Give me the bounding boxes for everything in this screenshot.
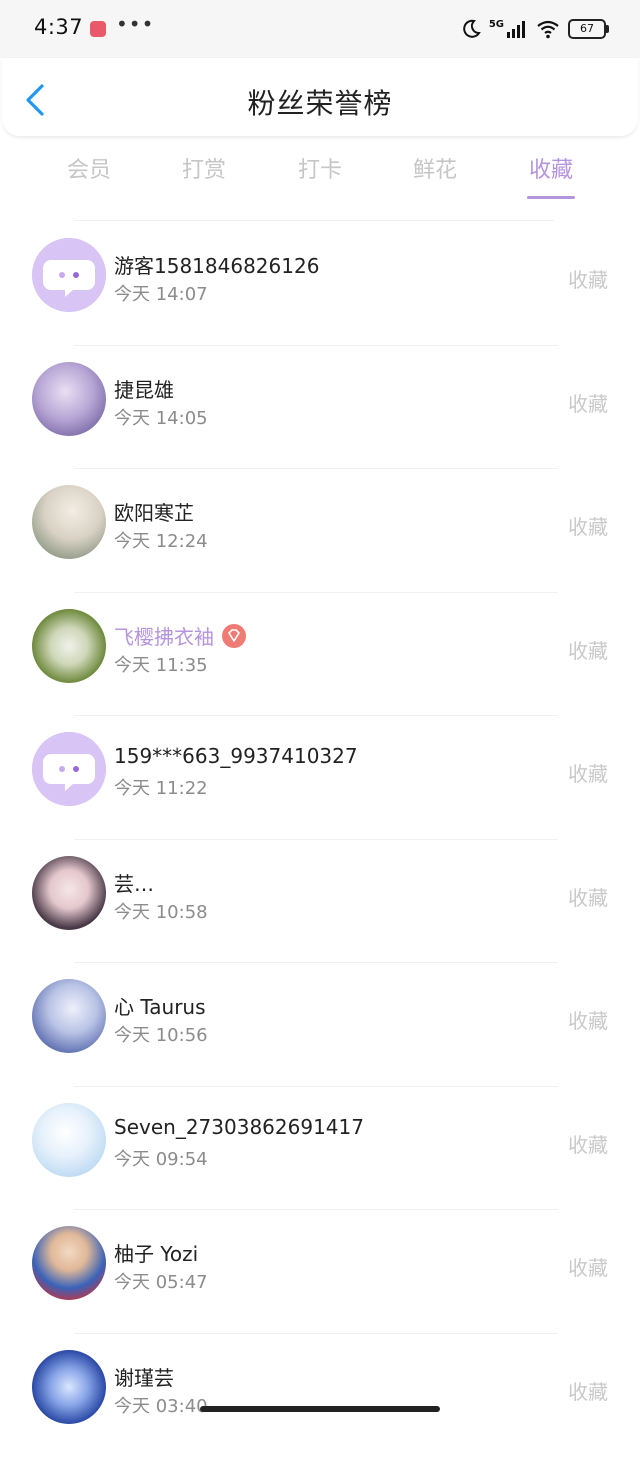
fan-name: 飞樱拂衣袖 — [114, 625, 214, 649]
tab-bar: 会员 打赏 打卡 鲜花 收藏 — [0, 140, 640, 210]
default-chat-avatar-icon — [32, 732, 106, 806]
favorite-status: 收藏 — [568, 635, 608, 664]
favorite-status: 收藏 — [568, 1129, 608, 1158]
fan-time: 今天 03:40 — [114, 1392, 208, 1418]
favorite-status: 收藏 — [568, 264, 608, 293]
tab-flowers[interactable]: 鲜花 — [395, 152, 475, 184]
fan-name: 欧阳寒芷 — [114, 497, 194, 526]
status-indicators: 5G 67 — [461, 16, 606, 42]
page-title: 粉丝荣誉榜 — [2, 82, 638, 122]
list-item[interactable]: 谢瑾芸 今天 03:40 收藏 — [0, 1334, 640, 1457]
list-item[interactable]: Seven_27303862691417 今天 09:54 收藏 — [0, 1087, 640, 1211]
avatar[interactable] — [32, 732, 106, 806]
default-chat-avatar-icon — [32, 238, 106, 312]
list-item[interactable]: 心 Taurus 今天 10:56 收藏 — [0, 963, 640, 1087]
list-item[interactable]: 捷昆雄 今天 14:05 收藏 — [0, 346, 640, 470]
tab-checkin[interactable]: 打卡 — [280, 152, 360, 184]
avatar[interactable] — [32, 856, 106, 930]
favorite-status: 收藏 — [568, 1376, 608, 1405]
wifi-icon — [536, 19, 560, 39]
battery-icon: 67 — [568, 19, 606, 39]
fan-name: 柚子 Yozi — [114, 1238, 198, 1267]
network-type-label: 5G — [489, 19, 504, 30]
cell-signal-icon — [506, 20, 528, 38]
fan-time: 今天 10:58 — [114, 898, 208, 924]
do-not-disturb-moon-icon — [461, 19, 481, 39]
fan-name: Seven_27303862691417 — [114, 1115, 364, 1139]
avatar[interactable] — [32, 609, 106, 683]
favorite-status: 收藏 — [568, 511, 608, 540]
tab-favorites[interactable]: 收藏 — [511, 152, 591, 184]
notification-app-icon — [90, 21, 106, 37]
home-indicator[interactable] — [200, 1406, 440, 1412]
favorite-status: 收藏 — [568, 1005, 608, 1034]
avatar[interactable] — [32, 1350, 106, 1424]
fan-time: 今天 09:54 — [114, 1145, 208, 1171]
favorite-status: 收藏 — [568, 388, 608, 417]
vip-diamond-badge-icon — [222, 624, 246, 648]
fan-time: 今天 11:22 — [114, 774, 208, 800]
status-time: 4:37 — [34, 15, 83, 39]
tabs-divider — [74, 220, 554, 221]
status-bar: 4:37 ••• 5G 67 — [0, 0, 640, 58]
fan-name: 159***663_9937410327 — [114, 744, 358, 768]
list-item[interactable]: 芸… 今天 10:58 收藏 — [0, 840, 640, 964]
favorite-status: 收藏 — [568, 1252, 608, 1281]
fan-time: 今天 14:07 — [114, 280, 208, 306]
header: 粉丝荣誉榜 — [2, 58, 638, 137]
favorite-status: 收藏 — [568, 758, 608, 787]
fan-list: 游客1581846826126 今天 14:07 收藏 捷昆雄 今天 14:05… — [0, 222, 640, 1457]
fan-name: 谢瑾芸 — [114, 1362, 174, 1391]
fan-name-vip: 飞樱拂衣袖 — [114, 621, 246, 650]
fan-time: 今天 14:05 — [114, 404, 208, 430]
fan-name: 游客1581846826126 — [114, 250, 319, 279]
active-tab-indicator — [527, 196, 575, 199]
list-item[interactable]: 飞樱拂衣袖 今天 11:35 收藏 — [0, 593, 640, 717]
list-item[interactable]: 游客1581846826126 今天 14:07 收藏 — [0, 222, 640, 346]
list-item[interactable]: 159***663_9937410327 今天 11:22 收藏 — [0, 716, 640, 840]
avatar[interactable] — [32, 1103, 106, 1177]
avatar[interactable] — [32, 362, 106, 436]
avatar[interactable] — [32, 1226, 106, 1300]
fan-name: 捷昆雄 — [114, 374, 174, 403]
list-item[interactable]: 欧阳寒芷 今天 12:24 收藏 — [0, 469, 640, 593]
fan-time: 今天 11:35 — [114, 651, 208, 677]
avatar[interactable] — [32, 979, 106, 1053]
avatar[interactable] — [32, 238, 106, 312]
fan-name: 心 Taurus — [114, 991, 206, 1020]
tab-member[interactable]: 会员 — [49, 152, 129, 184]
tab-favorites-label: 收藏 — [529, 158, 573, 183]
avatar[interactable] — [32, 485, 106, 559]
list-item[interactable]: 柚子 Yozi 今天 05:47 收藏 — [0, 1210, 640, 1334]
more-notifications-icon: ••• — [116, 12, 154, 36]
fan-name: 芸… — [114, 868, 154, 897]
tab-tip[interactable]: 打赏 — [164, 152, 244, 184]
battery-level: 67 — [580, 22, 594, 35]
fan-time: 今天 10:56 — [114, 1021, 208, 1047]
fan-time: 今天 05:47 — [114, 1268, 208, 1294]
favorite-status: 收藏 — [568, 882, 608, 911]
fan-time: 今天 12:24 — [114, 527, 208, 553]
